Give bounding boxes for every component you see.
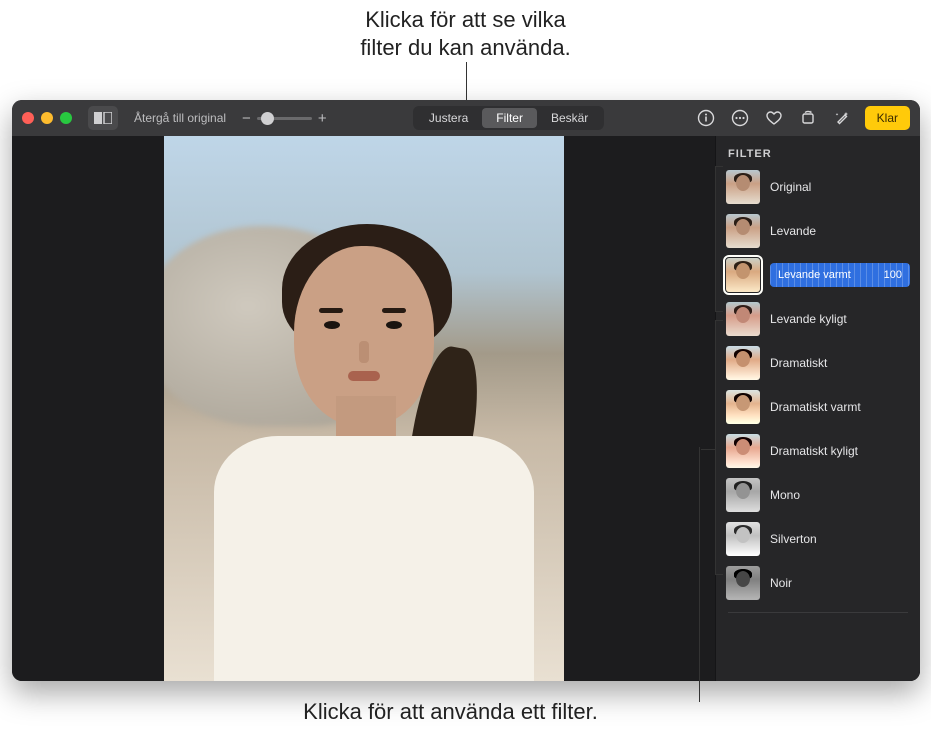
filter-sidebar: FILTER Original Levande Levande varmt 10… xyxy=(715,136,920,681)
fullscreen-window-button[interactable] xyxy=(60,112,72,124)
filter-thumb xyxy=(726,390,760,424)
revert-to-original-button[interactable]: Återgå till original xyxy=(124,106,236,130)
tab-adjust-label: Justera xyxy=(429,111,468,125)
filter-thumb xyxy=(726,346,760,380)
window-controls xyxy=(22,112,72,124)
filter-item-levande-varmt[interactable]: Levande varmt 100 xyxy=(724,256,912,294)
filter-label: Silverton xyxy=(770,532,910,546)
filter-label: Dramatiskt varmt xyxy=(770,400,910,414)
tab-adjust[interactable]: Justera xyxy=(415,108,482,128)
filter-item-silverton[interactable]: Silverton xyxy=(724,520,912,558)
compare-view-toggle[interactable] xyxy=(88,106,118,130)
callout-bracket xyxy=(715,320,723,575)
filter-intensity-value: 100 xyxy=(884,269,902,281)
filter-item-mono[interactable]: Mono xyxy=(724,476,912,514)
done-label: Klar xyxy=(877,111,898,125)
content-area: FILTER Original Levande Levande varmt 10… xyxy=(12,136,920,681)
callout-text: Klicka för att använda ett filter. xyxy=(303,699,598,724)
zoom-out-button[interactable]: − xyxy=(242,110,251,127)
edit-mode-segmented-control: Justera Filter Beskär xyxy=(413,106,604,130)
filter-item-original[interactable]: Original xyxy=(724,168,912,206)
callout-bracket xyxy=(715,166,723,312)
filter-thumb xyxy=(726,434,760,468)
filter-item-levande[interactable]: Levande xyxy=(724,212,912,250)
tab-crop-label: Beskär xyxy=(551,111,588,125)
filter-label: Levande kyligt xyxy=(770,312,910,326)
favorite-icon[interactable] xyxy=(759,105,789,131)
rotate-icon[interactable] xyxy=(793,105,823,131)
zoom-slider[interactable] xyxy=(257,117,312,120)
filter-thumb xyxy=(726,478,760,512)
filter-thumb xyxy=(726,522,760,556)
tab-filter[interactable]: Filter xyxy=(482,108,537,128)
filter-label: Levande varmt xyxy=(778,269,884,281)
photo-preview[interactable] xyxy=(164,136,564,681)
filter-label: Original xyxy=(770,180,910,194)
filter-thumb xyxy=(726,214,760,248)
sidebar-separator xyxy=(728,612,908,613)
filter-thumb xyxy=(726,566,760,600)
callout-text-line1: Klicka för att se vilka xyxy=(360,6,570,34)
filter-label: Mono xyxy=(770,488,910,502)
filter-thumb xyxy=(726,258,760,292)
revert-label: Återgå till original xyxy=(134,111,226,125)
filter-label: Levande xyxy=(770,224,910,238)
close-window-button[interactable] xyxy=(22,112,34,124)
filter-list: Original Levande Levande varmt 100 xyxy=(724,168,912,602)
filter-item-dramatiskt[interactable]: Dramatiskt xyxy=(724,344,912,382)
filter-thumb xyxy=(726,302,760,336)
zoom-slider-thumb[interactable] xyxy=(261,112,274,125)
filter-item-dramatiskt-varmt[interactable]: Dramatiskt varmt xyxy=(724,388,912,426)
photos-edit-window: Återgå till original − + Justera Filter … xyxy=(12,100,920,681)
auto-enhance-icon[interactable] xyxy=(827,105,857,131)
right-toolbar-group: Klar xyxy=(691,105,910,131)
zoom-control: − + xyxy=(242,110,327,127)
callout-pointer xyxy=(699,447,700,702)
tab-filter-label: Filter xyxy=(496,111,523,125)
more-icon[interactable] xyxy=(725,105,755,131)
done-button[interactable]: Klar xyxy=(865,106,910,130)
toolbar: Återgå till original − + Justera Filter … xyxy=(12,100,920,136)
zoom-in-button[interactable]: + xyxy=(318,110,327,127)
filter-label: Noir xyxy=(770,576,910,590)
filter-thumb xyxy=(726,170,760,204)
canvas-area xyxy=(12,136,715,681)
filter-item-dramatiskt-kyligt[interactable]: Dramatiskt kyligt xyxy=(724,432,912,470)
filter-label: Dramatiskt xyxy=(770,356,910,370)
minimize-window-button[interactable] xyxy=(41,112,53,124)
filter-label: Dramatiskt kyligt xyxy=(770,444,910,458)
info-icon[interactable] xyxy=(691,105,721,131)
tab-crop[interactable]: Beskär xyxy=(537,108,602,128)
callout-text-line2: filter du kan använda. xyxy=(360,34,570,62)
sidebar-title: FILTER xyxy=(728,148,908,160)
filter-item-levande-kyligt[interactable]: Levande kyligt xyxy=(724,300,912,338)
callout-pointer xyxy=(466,62,467,100)
callout-filter-list: Klicka för att använda ett filter. xyxy=(0,699,931,725)
filter-intensity-slider[interactable]: Levande varmt 100 xyxy=(770,263,910,287)
filter-item-noir[interactable]: Noir xyxy=(724,564,912,602)
callout-filter-tab: Klicka för att se vilka filter du kan an… xyxy=(0,6,931,62)
